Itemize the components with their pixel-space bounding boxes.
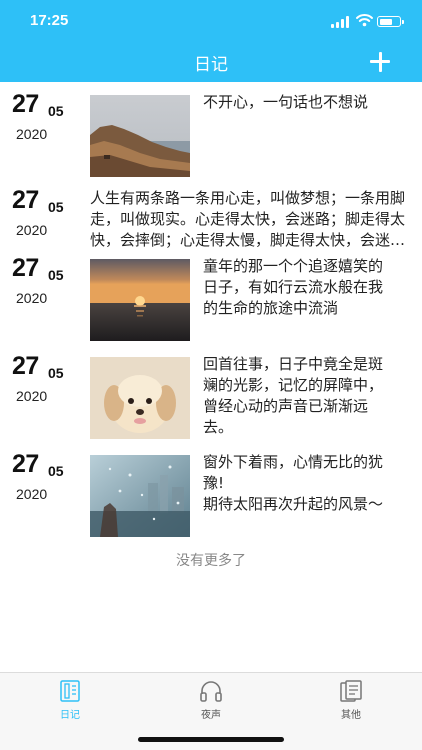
entry-month: 05 <box>48 463 64 479</box>
add-entry-button[interactable] <box>366 48 394 76</box>
entry-year: 2020 <box>16 222 48 238</box>
entry-day: 27 <box>12 352 39 380</box>
tab-label: 夜声 <box>201 710 221 721</box>
battery-icon <box>377 16 404 27</box>
entry-text: 不开心，一句话也不想说 <box>203 93 369 111</box>
tab-night-sounds[interactable]: 夜声 <box>161 673 261 721</box>
diary-icon <box>60 680 80 702</box>
status-bar: 17:25 <box>0 8 422 34</box>
entry-day: 27 <box>12 450 39 478</box>
entry-year: 2020 <box>16 290 48 306</box>
entry-text: 窗外下着雨，心情无比的犹豫! 期待太阳再次升起的风景～ <box>203 453 384 513</box>
entry-day: 27 <box>12 254 39 282</box>
entry-image-puppy <box>90 357 190 439</box>
entry-text: 童年的那一个个追逐嬉笑的日子，有如行云流水般在我的生命的旅途中流淌 <box>203 257 384 317</box>
tab-label: 日记 <box>60 710 80 721</box>
entry-month: 05 <box>48 199 64 215</box>
tab-label: 其他 <box>341 710 361 721</box>
entry-text: 人生有两条路一条用心走，叫做梦想；一条用脚走，叫做现实。心走得太快，会迷路；脚走… <box>90 189 406 249</box>
entry-month: 05 <box>48 267 64 283</box>
no-more-text: 没有更多了 <box>176 553 246 569</box>
entry-image-rocky-coast <box>90 95 190 177</box>
home-indicator <box>138 737 284 742</box>
tab-diary[interactable]: 日记 <box>20 673 120 721</box>
documents-icon <box>340 680 362 702</box>
entry-month: 05 <box>48 365 64 381</box>
diary-entry[interactable]: 27 05 2020 童年的那一个个追逐嬉笑的日子，有如行云流水般在我的生命的旅… <box>0 246 422 341</box>
entry-year: 2020 <box>16 126 48 142</box>
status-time: 17:25 <box>30 12 69 29</box>
page-title: 日记 <box>194 55 228 75</box>
diary-entry[interactable]: 27 05 2020 窗外下着雨，心情无比的犹豫! 期待太阳再次升起的风景～ <box>0 442 422 537</box>
entry-day: 27 <box>12 186 39 214</box>
headphones-icon <box>200 681 222 702</box>
wifi-icon <box>356 14 373 27</box>
diary-entry[interactable]: 27 05 2020 不开心，一句话也不想说 <box>0 82 422 177</box>
nav-header: 17:25 日记 <box>0 0 422 82</box>
entry-image-rainy-window <box>90 455 190 537</box>
cellular-signal-icon <box>331 16 351 28</box>
entry-day: 27 <box>12 90 39 118</box>
entry-image-sunset-sea <box>90 259 190 341</box>
entry-year: 2020 <box>16 486 48 502</box>
entry-text: 回首往事，日子中竟全是斑斓的光影，记忆的屏障中，曾经心动的声音已渐渐远去。 <box>203 355 384 436</box>
entry-month: 05 <box>48 103 64 119</box>
entry-year: 2020 <box>16 388 48 404</box>
tab-other[interactable]: 其他 <box>301 673 401 721</box>
diary-entry[interactable]: 27 05 2020 回首往事，日子中竟全是斑斓的光影，记忆的屏障中，曾经心动的… <box>0 344 422 439</box>
